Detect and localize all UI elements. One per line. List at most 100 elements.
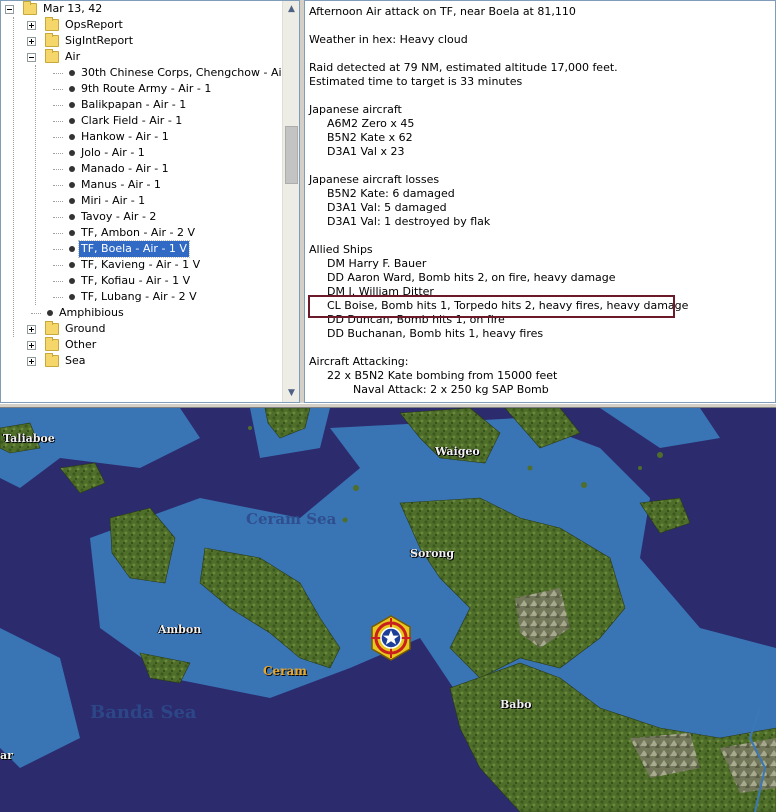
- tree-item-air-report[interactable]: TF, Lubang - Air - 2 V: [1, 289, 283, 305]
- collapse-icon[interactable]: [27, 53, 36, 62]
- tree-guide-line: [35, 65, 36, 305]
- tree-item-label[interactable]: SigIntReport: [63, 33, 135, 49]
- map-label-babo[interactable]: Babo: [500, 698, 531, 711]
- tree-connector: [53, 185, 63, 186]
- bullet-icon: [69, 214, 75, 220]
- tree-item-label[interactable]: Balikpapan - Air - 1: [79, 97, 188, 113]
- bullet-icon: [47, 310, 53, 316]
- tree-item-label[interactable]: Miri - Air - 1: [79, 193, 147, 209]
- tree-item-label[interactable]: Ground: [63, 321, 107, 337]
- map-label-ar: ar: [0, 749, 13, 762]
- bullet-icon: [69, 134, 75, 140]
- folder-icon: [45, 353, 59, 367]
- tree-item-opsreport[interactable]: OpsReport: [1, 17, 283, 33]
- tree-item-air-report[interactable]: Hankow - Air - 1: [1, 129, 283, 145]
- tree-item-air-report[interactable]: Miri - Air - 1: [1, 193, 283, 209]
- tree-item-label[interactable]: TF, Kavieng - Air - 1 V: [79, 257, 202, 273]
- bullet-icon: [69, 86, 75, 92]
- folder-icon: [23, 1, 37, 15]
- jp-aircraft-header: Japanese aircraft: [309, 103, 402, 116]
- allied-ship-line: DD Aaron Ward, Bomb hits 2, on fire, hea…: [327, 271, 616, 284]
- tree-item-sea[interactable]: Sea: [1, 353, 283, 369]
- report-title: Afternoon Air attack on TF, near Boela a…: [309, 5, 576, 18]
- highlight-box: [308, 295, 675, 318]
- map-label-ambon[interactable]: Ambon: [158, 623, 201, 636]
- expand-icon[interactable]: [27, 341, 36, 350]
- tree-item-air-report[interactable]: TF, Kofiau - Air - 1 V: [1, 273, 283, 289]
- folder-icon: [45, 17, 59, 31]
- folder-icon: [45, 321, 59, 335]
- expand-icon[interactable]: [27, 37, 36, 46]
- map-view[interactable]: Taliaboe Waigeo Ceram Sea Sorong Ambon C…: [0, 408, 776, 812]
- tree-item-ground[interactable]: Ground: [1, 321, 283, 337]
- bullet-icon: [69, 102, 75, 108]
- expand-icon[interactable]: [27, 21, 36, 30]
- tree-item-root[interactable]: Mar 13, 42: [1, 1, 283, 17]
- bullet-icon: [69, 166, 75, 172]
- tree-item-amphibious[interactable]: Amphibious: [1, 305, 283, 321]
- tree-item-air-report[interactable]: 9th Route Army - Air - 1: [1, 81, 283, 97]
- expand-icon[interactable]: [27, 325, 36, 334]
- tree-item-label[interactable]: Hankow - Air - 1: [79, 129, 171, 145]
- tree-connector: [53, 121, 63, 122]
- tree-item-air[interactable]: Air: [1, 49, 283, 65]
- tree-scrollbar[interactable]: ▲ ▼: [282, 1, 299, 402]
- report-raid-detected: Raid detected at 79 NM, estimated altitu…: [309, 61, 618, 74]
- collapse-icon[interactable]: [5, 5, 14, 14]
- scroll-up-button[interactable]: ▲: [283, 1, 299, 18]
- tree-connector: [53, 73, 63, 74]
- bullet-icon: [69, 246, 75, 252]
- tree-item-label[interactable]: Tavoy - Air - 2: [79, 209, 158, 225]
- tree-item-air-report[interactable]: TF, Ambon - Air - 2 V: [1, 225, 283, 241]
- tree-item-air-report[interactable]: Manado - Air - 1: [1, 161, 283, 177]
- report-eta: Estimated time to target is 33 minutes: [309, 75, 523, 88]
- tree-connector: [53, 249, 63, 250]
- map-label-ceram[interactable]: Ceram: [263, 664, 307, 678]
- report-weather: Weather in hex: Heavy cloud: [309, 33, 468, 46]
- tree-connector: [53, 105, 63, 106]
- scroll-down-button[interactable]: ▼: [283, 385, 299, 402]
- jp-aircraft-line: A6M2 Zero x 45: [327, 117, 415, 130]
- tree-item-air-report[interactable]: Clark Field - Air - 1: [1, 113, 283, 129]
- combat-report-pane[interactable]: Afternoon Air attack on TF, near Boela a…: [304, 0, 776, 403]
- map-terrain: [0, 408, 776, 812]
- tree-item-other[interactable]: Other: [1, 337, 283, 353]
- report-tree-pane[interactable]: Mar 13, 42 OpsReport SigIntReport Air 30th C…: [0, 0, 300, 403]
- tree-item-label[interactable]: Mar 13, 42: [41, 1, 104, 17]
- scroll-thumb[interactable]: [285, 126, 298, 184]
- tree-item-label[interactable]: Amphibious: [57, 305, 126, 321]
- report-tree[interactable]: Mar 13, 42 OpsReport SigIntReport Air 30th C…: [1, 1, 283, 402]
- tree-guide-line: [13, 17, 14, 337]
- tree-item-label-selected[interactable]: TF, Boela - Air - 1 V: [78, 240, 190, 258]
- tree-item-air-report[interactable]: Jolo - Air - 1: [1, 145, 283, 161]
- tree-item-label[interactable]: 9th Route Army - Air - 1: [79, 81, 213, 97]
- attacking-header: Aircraft Attacking:: [309, 355, 409, 368]
- tree-item-air-report[interactable]: Manus - Air - 1: [1, 177, 283, 193]
- tree-item-label[interactable]: TF, Lubang - Air - 2 V: [79, 289, 199, 305]
- tree-item-label[interactable]: Jolo - Air - 1: [79, 145, 147, 161]
- tree-item-label[interactable]: Clark Field - Air - 1: [79, 113, 184, 129]
- tree-item-label[interactable]: Sea: [63, 353, 88, 369]
- tree-item-air-report[interactable]: 30th Chinese Corps, Chengchow - Air - 1: [1, 65, 283, 81]
- tree-item-label[interactable]: Manus - Air - 1: [79, 177, 163, 193]
- tree-item-label[interactable]: TF, Kofiau - Air - 1 V: [79, 273, 192, 289]
- tree-item-sigintreport[interactable]: SigIntReport: [1, 33, 283, 49]
- tree-item-label[interactable]: OpsReport: [63, 17, 125, 33]
- bullet-icon: [69, 118, 75, 124]
- tree-item-air-report[interactable]: TF, Boela - Air - 1 V: [1, 240, 283, 258]
- tree-item-air-report[interactable]: Balikpapan - Air - 1: [1, 97, 283, 113]
- tree-item-air-report[interactable]: Tavoy - Air - 2: [1, 209, 283, 225]
- expand-icon[interactable]: [27, 357, 36, 366]
- tree-connector: [53, 217, 63, 218]
- tree-connector: [53, 265, 63, 266]
- tree-item-air-report[interactable]: TF, Kavieng - Air - 1 V: [1, 257, 283, 273]
- tree-item-label[interactable]: Manado - Air - 1: [79, 161, 171, 177]
- jp-loss-line: B5N2 Kate: 6 damaged: [327, 187, 455, 200]
- map-label-sorong[interactable]: Sorong: [410, 547, 454, 560]
- tree-item-label[interactable]: Air: [63, 49, 82, 65]
- tree-item-label[interactable]: Other: [63, 337, 98, 353]
- task-force-unit-icon[interactable]: [368, 615, 414, 661]
- bullet-icon: [69, 182, 75, 188]
- tree-item-label[interactable]: TF, Ambon - Air - 2 V: [79, 225, 197, 241]
- tree-item-label[interactable]: 30th Chinese Corps, Chengchow - Air - 1: [79, 65, 283, 81]
